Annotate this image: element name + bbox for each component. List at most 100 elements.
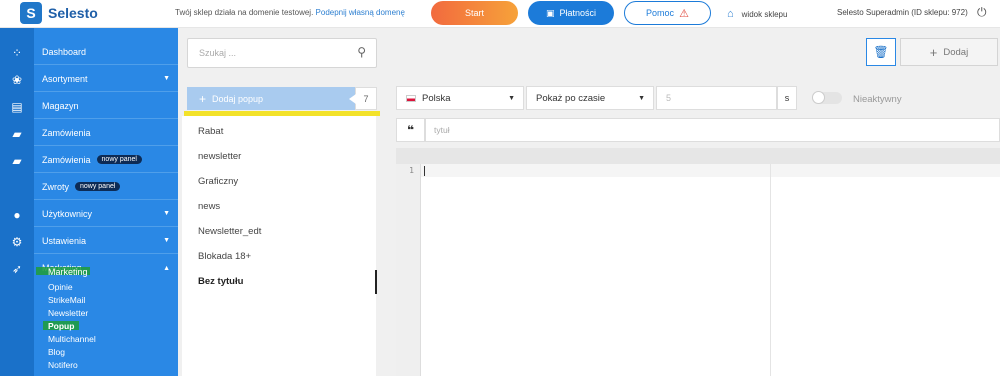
start-button-label: Start bbox=[464, 8, 484, 18]
icon-bar: ⁘ ❀ ▤ ▰ ▰ ● ⚙ ➶ bbox=[0, 28, 34, 376]
top-bar: S Selesto Twój sklep działa na domenie t… bbox=[0, 0, 1000, 28]
chevron-down-icon: ▼ bbox=[163, 210, 170, 217]
sidebar-item-label: Ustawienia bbox=[42, 235, 87, 246]
sidebar-item-label: Zamówienia bbox=[42, 127, 91, 138]
line-gutter bbox=[396, 164, 421, 376]
delay-seconds-input[interactable]: 5 bbox=[656, 86, 777, 110]
search-placeholder: Szukaj ... bbox=[199, 48, 237, 58]
sidebar-item-settings[interactable]: Ustawienia ▼ bbox=[34, 228, 178, 254]
sidebar-item-orders[interactable]: Zamówienia bbox=[34, 120, 178, 146]
add-popup-label: Dodaj popup bbox=[212, 93, 264, 104]
sidebar-item-label: Dashboard bbox=[42, 46, 87, 57]
marketing-highlight-label: Marketing bbox=[48, 267, 88, 277]
marketing-rocket-icon[interactable]: ➶ bbox=[10, 262, 24, 276]
chevron-down-icon: ▼ bbox=[163, 237, 170, 244]
search-input[interactable]: Szukaj ... ⚲ bbox=[187, 38, 377, 68]
list-item[interactable]: Graficzny bbox=[198, 176, 238, 187]
sidebar-item-orders-new[interactable]: Zamówienia nowy panel bbox=[34, 147, 178, 173]
payments-button-label: Płatności bbox=[559, 8, 597, 18]
text-cursor bbox=[424, 166, 425, 176]
display-mode-value: Pokaż po czasie bbox=[536, 92, 606, 104]
language-select[interactable]: Polska ▼ bbox=[396, 86, 524, 110]
assortment-icon[interactable]: ❀ bbox=[10, 73, 24, 87]
language-value: Polska bbox=[422, 92, 451, 104]
submenu-notifero[interactable]: Notifero bbox=[48, 360, 78, 370]
logout-power-icon[interactable]: ⏻ bbox=[977, 5, 987, 20]
chevron-down-icon: ▼ bbox=[163, 75, 170, 82]
caret-down-icon: ▼ bbox=[638, 94, 645, 102]
sidebar-item-label: Zamówienia bbox=[42, 154, 91, 165]
sidebar-item-label: Zwroty bbox=[42, 181, 69, 192]
toggle-knob bbox=[812, 91, 825, 104]
new-panel-badge: nowy panel bbox=[75, 182, 121, 191]
search-icon[interactable]: ⚲ bbox=[357, 45, 366, 59]
payments-button[interactable]: ▣ Płatności bbox=[528, 1, 614, 25]
plus-icon: + bbox=[199, 91, 207, 106]
sidebar-item-dashboard[interactable]: Dashboard bbox=[34, 39, 178, 65]
print-margin bbox=[770, 164, 771, 376]
connect-domain-link[interactable]: Podepnij własną domenę bbox=[316, 8, 405, 17]
quote-icon[interactable]: ❝ bbox=[396, 118, 425, 142]
caret-down-icon: ▼ bbox=[508, 94, 515, 102]
list-item[interactable]: Rabat bbox=[198, 126, 223, 137]
logo-text: Selesto bbox=[48, 5, 98, 21]
submenu-multichannel[interactable]: Multichannel bbox=[48, 334, 96, 344]
sidebar-item-assortment[interactable]: Asortyment ▼ bbox=[34, 66, 178, 92]
plus-icon: + bbox=[929, 44, 938, 60]
list-item-selected[interactable]: Bez tytułu bbox=[198, 276, 243, 287]
add-button[interactable]: + Dodaj bbox=[900, 38, 998, 66]
code-editor[interactable]: 1 bbox=[396, 148, 1000, 376]
admin-label: Selesto Superadmin (ID sklepu: 972) bbox=[837, 8, 968, 17]
add-popup-button[interactable]: + Dodaj popup bbox=[187, 87, 355, 110]
users-icon[interactable]: ● bbox=[10, 208, 24, 222]
title-input[interactable]: tytuł bbox=[425, 118, 1000, 142]
submenu-strikemail[interactable]: StrikeMail bbox=[48, 295, 85, 305]
delete-trash-button[interactable]: 🗑 bbox=[866, 38, 896, 66]
warehouse-icon[interactable]: ▤ bbox=[10, 100, 24, 114]
active-toggle[interactable] bbox=[812, 91, 842, 104]
logo[interactable]: S Selesto bbox=[20, 2, 98, 24]
list-item[interactable]: Newsletter_edt bbox=[198, 226, 261, 237]
wallet-icon: ▣ bbox=[545, 7, 555, 18]
list-item[interactable]: Blokada 18+ bbox=[198, 251, 251, 262]
submenu-newsletter[interactable]: Newsletter bbox=[48, 308, 88, 318]
popup-list: Rabat newsletter Graficzny news Newslett… bbox=[182, 116, 376, 376]
selesto-logo-icon: S bbox=[20, 2, 42, 24]
list-item[interactable]: newsletter bbox=[198, 151, 241, 162]
seconds-unit: s bbox=[777, 86, 797, 110]
trash-icon: 🗑 bbox=[873, 45, 889, 59]
settings-gear-icon[interactable]: ⚙ bbox=[10, 235, 24, 249]
selected-item-indicator bbox=[375, 270, 377, 294]
shop-view-link[interactable]: ⌂ widok sklepu bbox=[727, 8, 787, 20]
submenu-opinie[interactable]: Opinie bbox=[48, 282, 73, 292]
status-label: Nieaktywny bbox=[853, 94, 902, 105]
start-button[interactable]: Start bbox=[431, 1, 518, 25]
help-button-label: Pomoc bbox=[646, 8, 675, 18]
editor-toolbar bbox=[396, 148, 1000, 164]
sidebar-item-label: Asortyment bbox=[42, 73, 88, 84]
shop-view-label: widok sklepu bbox=[741, 9, 788, 19]
display-mode-select[interactable]: Pokaż po czasie ▼ bbox=[526, 86, 654, 110]
poland-flag-icon bbox=[406, 94, 416, 102]
sidebar-item-warehouse[interactable]: Magazyn bbox=[34, 93, 178, 119]
warning-icon: ⚠ bbox=[679, 7, 689, 20]
dashboard-icon[interactable]: ⁘ bbox=[10, 46, 24, 60]
new-panel-badge: nowy panel bbox=[96, 155, 142, 164]
popup-highlight-label: Popup bbox=[48, 321, 75, 331]
sidebar-item-users[interactable]: Użytkownicy ▼ bbox=[34, 201, 178, 227]
orders-icon[interactable]: ▰ bbox=[10, 127, 24, 141]
popup-count-badge: 7 bbox=[349, 87, 377, 110]
orders-new-icon[interactable]: ▰ bbox=[10, 154, 24, 168]
list-item[interactable]: news bbox=[198, 201, 220, 212]
help-button[interactable]: Pomoc ⚠ bbox=[624, 1, 711, 25]
current-line-highlight bbox=[396, 164, 1000, 177]
domain-notice: Twój sklep działa na domenie testowej. P… bbox=[175, 8, 405, 17]
submenu-blog[interactable]: Blog bbox=[48, 347, 65, 357]
sidebar-item-label: Magazyn bbox=[42, 100, 79, 111]
domain-notice-text: Twój sklep działa na domenie testowej. bbox=[175, 8, 314, 17]
home-icon: ⌂ bbox=[727, 8, 734, 20]
sidebar-item-label: Użytkownicy bbox=[42, 208, 93, 219]
sidebar-item-returns[interactable]: Zwroty nowy panel bbox=[34, 174, 178, 200]
chevron-up-icon: ▲ bbox=[163, 264, 170, 272]
line-number: 1 bbox=[409, 166, 414, 175]
